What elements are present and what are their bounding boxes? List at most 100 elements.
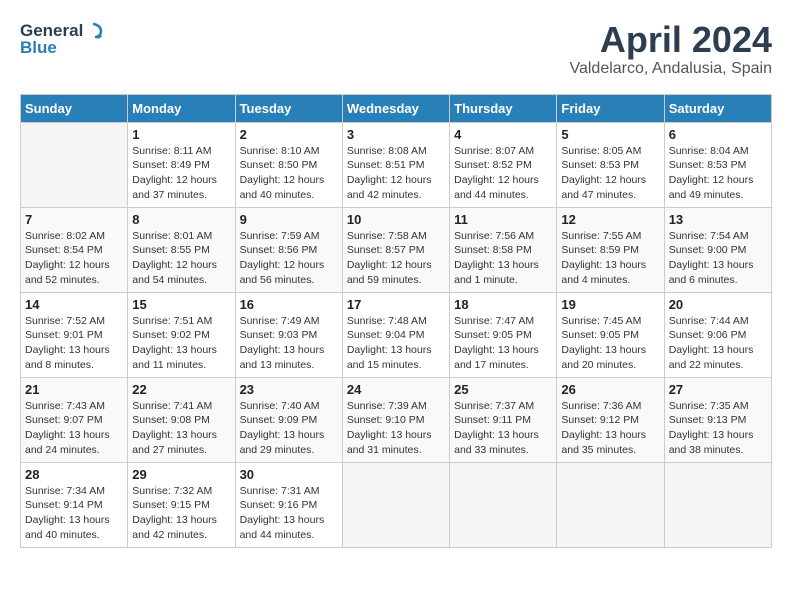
day-number: 27 bbox=[669, 382, 767, 397]
day-info: Sunrise: 7:45 AMSunset: 9:05 PMDaylight:… bbox=[561, 314, 659, 373]
header-thursday: Thursday bbox=[450, 94, 557, 122]
day-info: Sunrise: 7:40 AMSunset: 9:09 PMDaylight:… bbox=[240, 399, 338, 458]
week-row-3: 14 Sunrise: 7:52 AMSunset: 9:01 PMDaylig… bbox=[21, 292, 772, 377]
day-info: Sunrise: 7:34 AMSunset: 9:14 PMDaylight:… bbox=[25, 484, 123, 543]
week-row-2: 7 Sunrise: 8:02 AMSunset: 8:54 PMDayligh… bbox=[21, 207, 772, 292]
calendar-cell: 21 Sunrise: 7:43 AMSunset: 9:07 PMDaylig… bbox=[21, 377, 128, 462]
day-number: 23 bbox=[240, 382, 338, 397]
day-number: 26 bbox=[561, 382, 659, 397]
day-info: Sunrise: 7:31 AMSunset: 9:16 PMDaylight:… bbox=[240, 484, 338, 543]
day-info: Sunrise: 7:43 AMSunset: 9:07 PMDaylight:… bbox=[25, 399, 123, 458]
title-section: April 2024 Valdelarco, Andalusia, Spain bbox=[569, 20, 772, 78]
day-number: 15 bbox=[132, 297, 230, 312]
header-friday: Friday bbox=[557, 94, 664, 122]
day-info: Sunrise: 7:56 AMSunset: 8:58 PMDaylight:… bbox=[454, 229, 552, 288]
calendar-cell: 6 Sunrise: 8:04 AMSunset: 8:53 PMDayligh… bbox=[664, 122, 771, 207]
day-number: 10 bbox=[347, 212, 445, 227]
calendar-cell: 10 Sunrise: 7:58 AMSunset: 8:57 PMDaylig… bbox=[342, 207, 449, 292]
day-info: Sunrise: 7:51 AMSunset: 9:02 PMDaylight:… bbox=[132, 314, 230, 373]
calendar-cell: 4 Sunrise: 8:07 AMSunset: 8:52 PMDayligh… bbox=[450, 122, 557, 207]
day-number: 7 bbox=[25, 212, 123, 227]
day-info: Sunrise: 7:35 AMSunset: 9:13 PMDaylight:… bbox=[669, 399, 767, 458]
day-number: 30 bbox=[240, 467, 338, 482]
day-number: 28 bbox=[25, 467, 123, 482]
calendar-cell: 7 Sunrise: 8:02 AMSunset: 8:54 PMDayligh… bbox=[21, 207, 128, 292]
logo: General Blue bbox=[20, 20, 105, 58]
day-number: 17 bbox=[347, 297, 445, 312]
calendar-cell: 20 Sunrise: 7:44 AMSunset: 9:06 PMDaylig… bbox=[664, 292, 771, 377]
day-number: 24 bbox=[347, 382, 445, 397]
calendar-cell: 26 Sunrise: 7:36 AMSunset: 9:12 PMDaylig… bbox=[557, 377, 664, 462]
day-info: Sunrise: 7:49 AMSunset: 9:03 PMDaylight:… bbox=[240, 314, 338, 373]
calendar-cell bbox=[342, 462, 449, 547]
location-title: Valdelarco, Andalusia, Spain bbox=[569, 60, 772, 78]
calendar-cell: 13 Sunrise: 7:54 AMSunset: 9:00 PMDaylig… bbox=[664, 207, 771, 292]
calendar-cell: 16 Sunrise: 7:49 AMSunset: 9:03 PMDaylig… bbox=[235, 292, 342, 377]
week-row-5: 28 Sunrise: 7:34 AMSunset: 9:14 PMDaylig… bbox=[21, 462, 772, 547]
day-info: Sunrise: 7:54 AMSunset: 9:00 PMDaylight:… bbox=[669, 229, 767, 288]
calendar-cell: 18 Sunrise: 7:47 AMSunset: 9:05 PMDaylig… bbox=[450, 292, 557, 377]
calendar-cell: 19 Sunrise: 7:45 AMSunset: 9:05 PMDaylig… bbox=[557, 292, 664, 377]
day-info: Sunrise: 8:07 AMSunset: 8:52 PMDaylight:… bbox=[454, 144, 552, 203]
calendar-cell: 28 Sunrise: 7:34 AMSunset: 9:14 PMDaylig… bbox=[21, 462, 128, 547]
calendar-cell: 27 Sunrise: 7:35 AMSunset: 9:13 PMDaylig… bbox=[664, 377, 771, 462]
day-info: Sunrise: 7:41 AMSunset: 9:08 PMDaylight:… bbox=[132, 399, 230, 458]
day-info: Sunrise: 7:36 AMSunset: 9:12 PMDaylight:… bbox=[561, 399, 659, 458]
day-info: Sunrise: 7:47 AMSunset: 9:05 PMDaylight:… bbox=[454, 314, 552, 373]
calendar-cell bbox=[450, 462, 557, 547]
day-info: Sunrise: 7:59 AMSunset: 8:56 PMDaylight:… bbox=[240, 229, 338, 288]
day-number: 6 bbox=[669, 127, 767, 142]
day-number: 13 bbox=[669, 212, 767, 227]
calendar-cell: 14 Sunrise: 7:52 AMSunset: 9:01 PMDaylig… bbox=[21, 292, 128, 377]
day-number: 21 bbox=[25, 382, 123, 397]
header-wednesday: Wednesday bbox=[342, 94, 449, 122]
day-number: 16 bbox=[240, 297, 338, 312]
day-number: 8 bbox=[132, 212, 230, 227]
calendar-cell: 5 Sunrise: 8:05 AMSunset: 8:53 PMDayligh… bbox=[557, 122, 664, 207]
day-info: Sunrise: 8:01 AMSunset: 8:55 PMDaylight:… bbox=[132, 229, 230, 288]
day-info: Sunrise: 8:02 AMSunset: 8:54 PMDaylight:… bbox=[25, 229, 123, 288]
calendar-cell: 24 Sunrise: 7:39 AMSunset: 9:10 PMDaylig… bbox=[342, 377, 449, 462]
calendar-header-row: SundayMondayTuesdayWednesdayThursdayFrid… bbox=[21, 94, 772, 122]
day-info: Sunrise: 7:52 AMSunset: 9:01 PMDaylight:… bbox=[25, 314, 123, 373]
day-number: 9 bbox=[240, 212, 338, 227]
calendar-table: SundayMondayTuesdayWednesdayThursdayFrid… bbox=[20, 94, 772, 548]
week-row-4: 21 Sunrise: 7:43 AMSunset: 9:07 PMDaylig… bbox=[21, 377, 772, 462]
day-info: Sunrise: 7:32 AMSunset: 9:15 PMDaylight:… bbox=[132, 484, 230, 543]
calendar-cell bbox=[557, 462, 664, 547]
day-number: 22 bbox=[132, 382, 230, 397]
calendar-cell: 25 Sunrise: 7:37 AMSunset: 9:11 PMDaylig… bbox=[450, 377, 557, 462]
day-info: Sunrise: 7:37 AMSunset: 9:11 PMDaylight:… bbox=[454, 399, 552, 458]
header-monday: Monday bbox=[128, 94, 235, 122]
calendar-cell: 8 Sunrise: 8:01 AMSunset: 8:55 PMDayligh… bbox=[128, 207, 235, 292]
calendar-cell bbox=[664, 462, 771, 547]
day-info: Sunrise: 7:48 AMSunset: 9:04 PMDaylight:… bbox=[347, 314, 445, 373]
day-info: Sunrise: 7:39 AMSunset: 9:10 PMDaylight:… bbox=[347, 399, 445, 458]
logo-bird-icon bbox=[83, 20, 105, 42]
day-info: Sunrise: 8:05 AMSunset: 8:53 PMDaylight:… bbox=[561, 144, 659, 203]
week-row-1: 1 Sunrise: 8:11 AMSunset: 8:49 PMDayligh… bbox=[21, 122, 772, 207]
calendar-cell: 23 Sunrise: 7:40 AMSunset: 9:09 PMDaylig… bbox=[235, 377, 342, 462]
calendar-cell bbox=[21, 122, 128, 207]
day-info: Sunrise: 7:58 AMSunset: 8:57 PMDaylight:… bbox=[347, 229, 445, 288]
day-number: 3 bbox=[347, 127, 445, 142]
calendar-cell: 1 Sunrise: 8:11 AMSunset: 8:49 PMDayligh… bbox=[128, 122, 235, 207]
calendar-cell: 30 Sunrise: 7:31 AMSunset: 9:16 PMDaylig… bbox=[235, 462, 342, 547]
day-number: 29 bbox=[132, 467, 230, 482]
calendar-cell: 22 Sunrise: 7:41 AMSunset: 9:08 PMDaylig… bbox=[128, 377, 235, 462]
day-number: 18 bbox=[454, 297, 552, 312]
calendar-cell: 29 Sunrise: 7:32 AMSunset: 9:15 PMDaylig… bbox=[128, 462, 235, 547]
day-info: Sunrise: 8:10 AMSunset: 8:50 PMDaylight:… bbox=[240, 144, 338, 203]
header-tuesday: Tuesday bbox=[235, 94, 342, 122]
day-number: 25 bbox=[454, 382, 552, 397]
day-number: 1 bbox=[132, 127, 230, 142]
header-sunday: Sunday bbox=[21, 94, 128, 122]
day-number: 14 bbox=[25, 297, 123, 312]
calendar-cell: 2 Sunrise: 8:10 AMSunset: 8:50 PMDayligh… bbox=[235, 122, 342, 207]
day-number: 11 bbox=[454, 212, 552, 227]
calendar-cell: 9 Sunrise: 7:59 AMSunset: 8:56 PMDayligh… bbox=[235, 207, 342, 292]
day-info: Sunrise: 8:04 AMSunset: 8:53 PMDaylight:… bbox=[669, 144, 767, 203]
day-info: Sunrise: 8:08 AMSunset: 8:51 PMDaylight:… bbox=[347, 144, 445, 203]
calendar-cell: 15 Sunrise: 7:51 AMSunset: 9:02 PMDaylig… bbox=[128, 292, 235, 377]
page-header: General Blue April 2024 Valdelarco, Anda… bbox=[20, 20, 772, 78]
